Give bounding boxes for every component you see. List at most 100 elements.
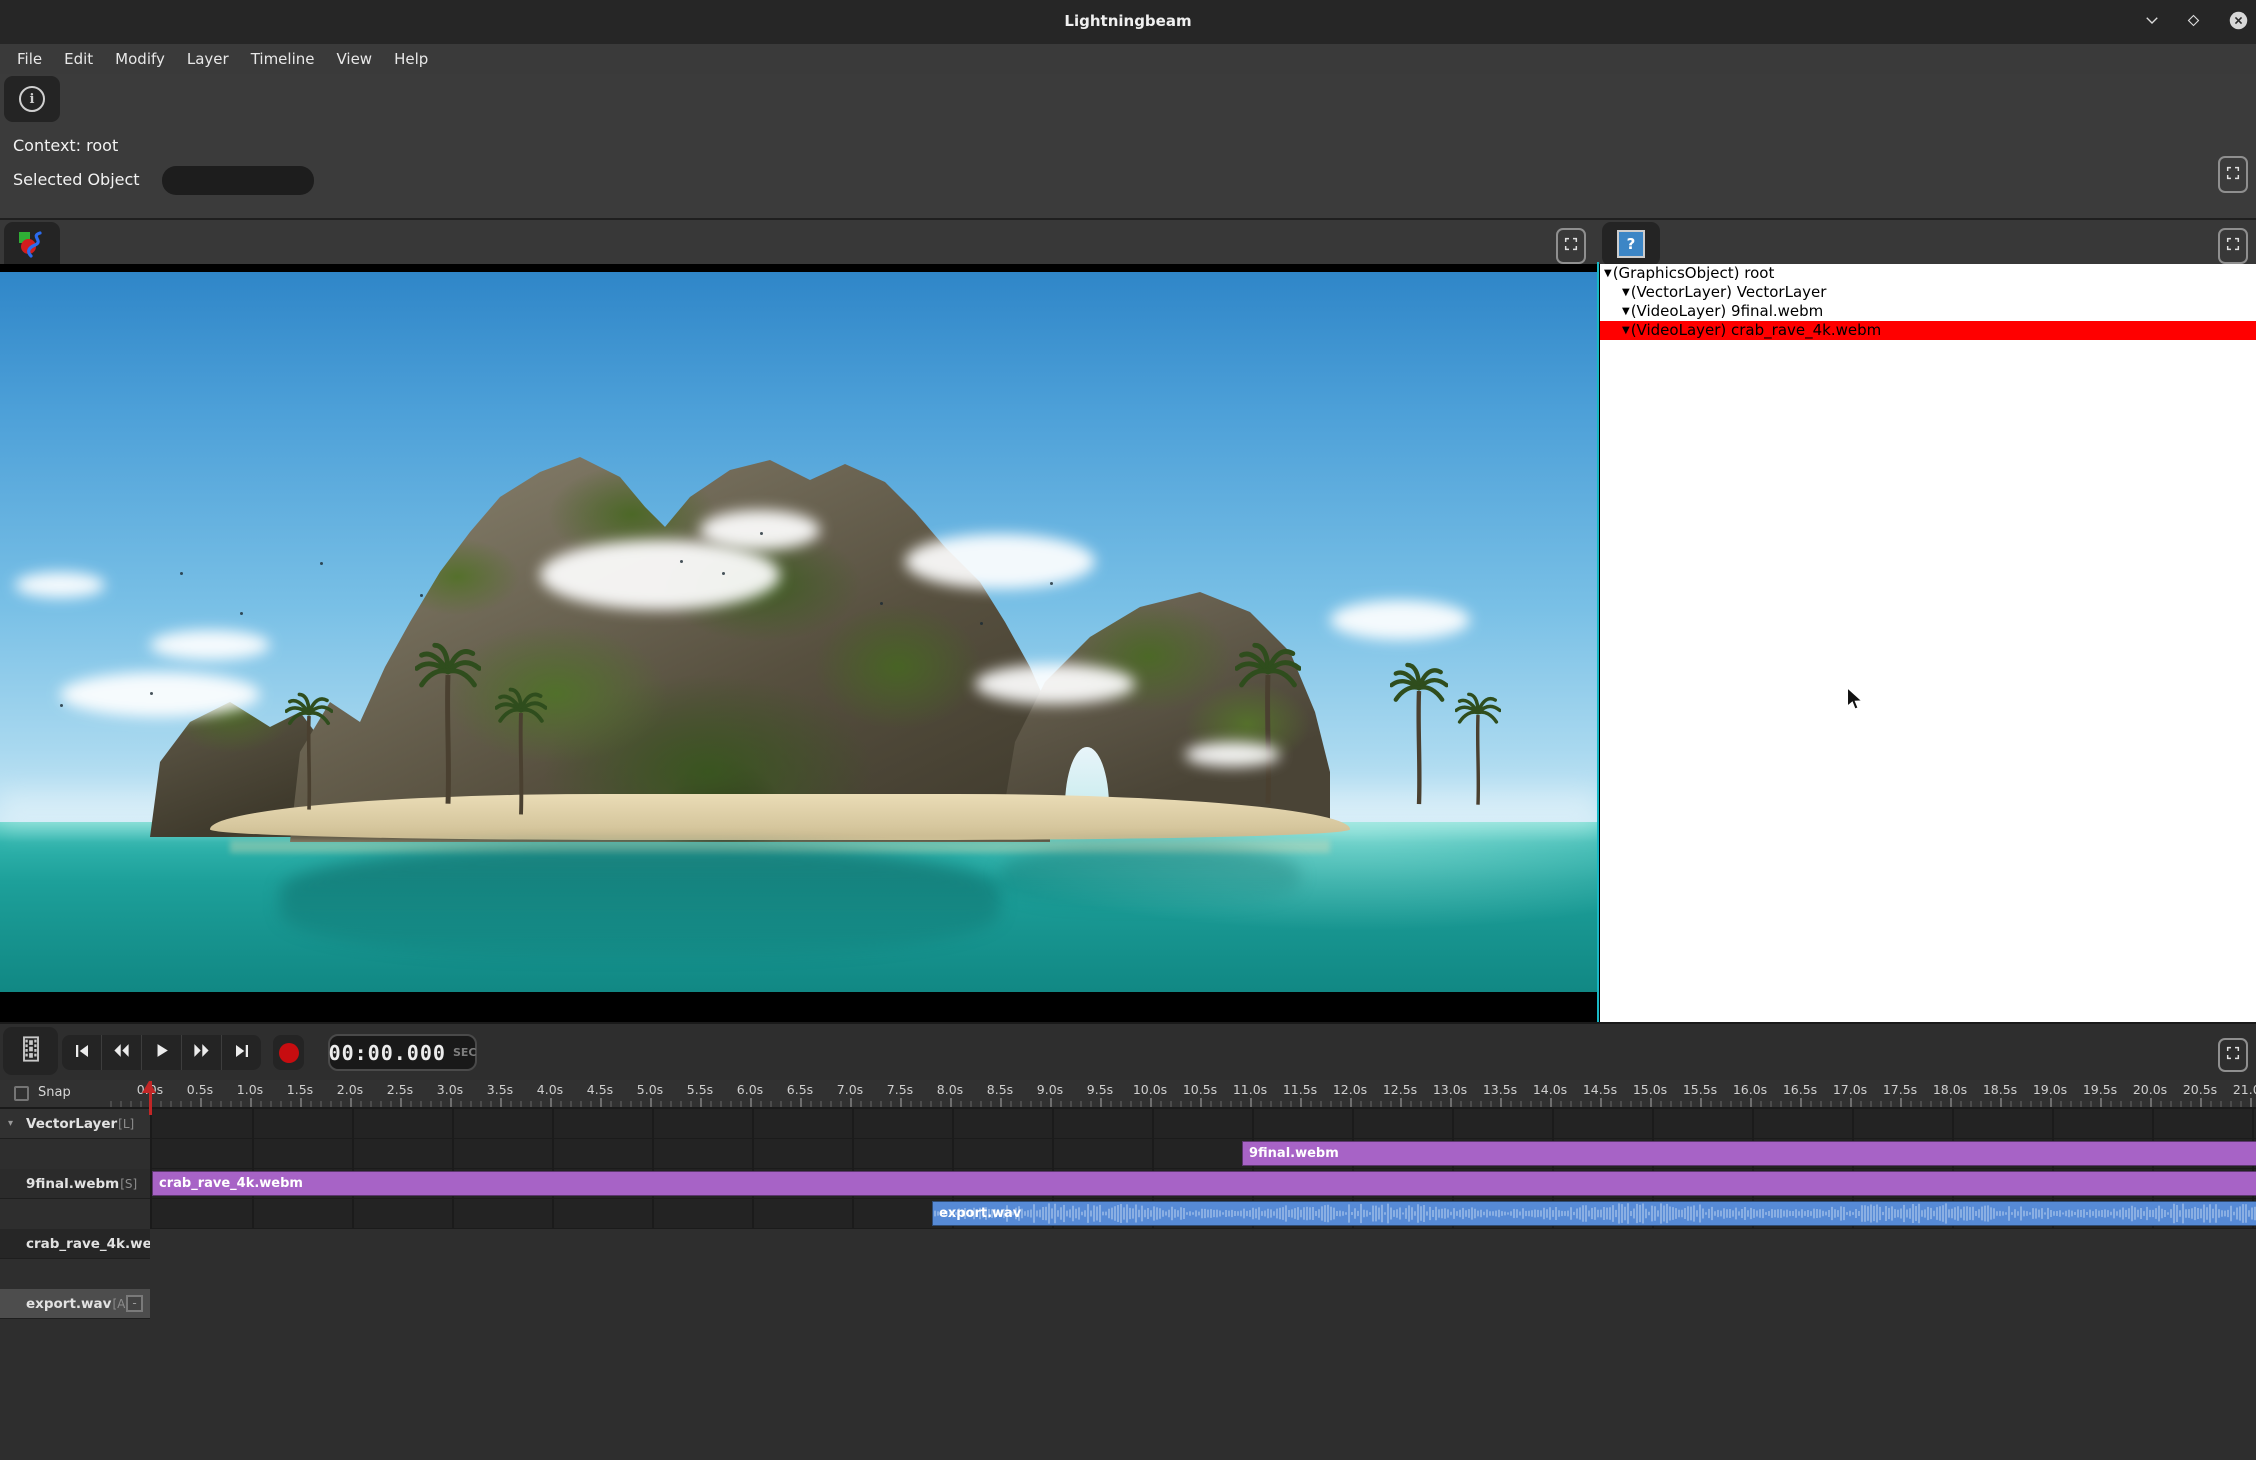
selected-object-input[interactable] [162, 166, 314, 195]
ruler-tick [1770, 1101, 1772, 1107]
track-label-9final.webm[interactable]: 9final.webm[S] [0, 1169, 150, 1199]
tree-item[interactable]: ▼(VectorLayer) VectorLayer [1600, 283, 2256, 302]
ruler-tick [410, 1101, 412, 1107]
bird [880, 602, 883, 605]
timeline-lane[interactable]: 9final.webm [152, 1139, 2256, 1169]
ruler-tick [830, 1101, 832, 1107]
ruler-label: 4.5s [587, 1082, 613, 1097]
inspector-expand-button[interactable] [2218, 156, 2248, 193]
menu-help[interactable]: Help [383, 44, 439, 74]
tree-item-label: (VideoLayer) crab_rave_4k.webm [1631, 321, 1882, 340]
ruler-label: 2.5s [387, 1082, 413, 1097]
expand-arrow-icon[interactable]: ▼ [1622, 302, 1630, 321]
ruler-tick [370, 1101, 372, 1107]
ruler-tick [1120, 1101, 1122, 1107]
object-tree-tab[interactable]: ? [1602, 222, 1660, 266]
palm-tree [1455, 692, 1501, 807]
tree-expand-button[interactable] [2218, 228, 2248, 264]
ruler-tick [1590, 1101, 1592, 1107]
ruler-tick [1780, 1101, 1782, 1107]
ruler-tick [1260, 1101, 1262, 1107]
ruler-tick [250, 1098, 252, 1107]
timeline-lane[interactable]: export.wav [152, 1199, 2256, 1229]
skip-start-button[interactable] [62, 1035, 102, 1070]
ruler-tick [850, 1098, 852, 1107]
menu-view[interactable]: View [325, 44, 383, 74]
menu-file[interactable]: File [6, 44, 53, 74]
ruler-tick [200, 1098, 202, 1107]
ruler-tick [1000, 1098, 1002, 1107]
ruler-label: 10.5s [1183, 1082, 1217, 1097]
film-strip-icon [17, 1035, 45, 1067]
timeline-expand-button[interactable] [2218, 1038, 2248, 1072]
track-label-VectorLayer[interactable]: ▾VectorLayer[L] [0, 1109, 150, 1139]
clip-label: 9final.webm [1249, 1146, 1339, 1161]
play-button[interactable] [142, 1035, 182, 1070]
ruler-tick [2010, 1101, 2012, 1107]
timeline-lane[interactable] [152, 1109, 2256, 1139]
record-button[interactable] [273, 1035, 304, 1070]
object-tree-panel: ? ▼(GraphicsObject) root▼(VectorLayer) V… [1600, 218, 2256, 1022]
ruler-label: 13.5s [1483, 1082, 1517, 1097]
menu-modify[interactable]: Modify [104, 44, 176, 74]
ruler-tick [210, 1101, 212, 1107]
ruler-tick [910, 1101, 912, 1107]
ruler-tick [680, 1101, 682, 1107]
timeline-lane[interactable]: crab_rave_4k.webm [152, 1169, 2256, 1199]
ruler-tick [1440, 1101, 1442, 1107]
ruler-tick [1690, 1101, 1692, 1107]
ruler-tick [420, 1101, 422, 1107]
ruler-tick [330, 1101, 332, 1107]
ruler-tick [300, 1098, 302, 1107]
time-display: 00:00.000 SEC [328, 1034, 477, 1071]
tree-item[interactable]: ▼(VideoLayer) 9final.webm [1600, 302, 2256, 321]
bird [980, 622, 983, 625]
timeline-ruler[interactable]: Snap 0.0s0.5s1.0s1.5s2.0s2.5s3.0s3.5s4.0… [0, 1080, 2256, 1109]
ruler-tick [320, 1101, 322, 1107]
collapse-arrow-icon[interactable]: ▾ [8, 1118, 13, 1129]
expand-arrow-icon[interactable]: ▼ [1604, 264, 1612, 283]
ruler-tick [730, 1101, 732, 1107]
ruler-tick [1330, 1101, 1332, 1107]
tree-item[interactable]: ▼(GraphicsObject) root [1600, 264, 2256, 283]
timeline-tab[interactable] [3, 1027, 58, 1075]
chevron-down-icon [2143, 11, 2161, 33]
rewind-button[interactable] [102, 1035, 142, 1070]
skip-end-button[interactable] [222, 1035, 261, 1070]
stage-canvas[interactable] [0, 264, 1600, 1024]
tree-item-label: (GraphicsObject) root [1613, 264, 1775, 283]
ruler-label: 13.0s [1433, 1082, 1467, 1097]
titlebar: Lightningbeam [0, 0, 2256, 44]
ruler-tick [1230, 1101, 1232, 1107]
ruler-tick [1730, 1101, 1732, 1107]
track-label-export.wav[interactable]: export.wav[A]- [0, 1289, 150, 1319]
expand-arrow-icon[interactable]: ▼ [1622, 321, 1630, 340]
track-area[interactable]: 9final.webm crab_rave_4k.webm export.wav [150, 1109, 2256, 1229]
menu-layer[interactable]: Layer [176, 44, 240, 74]
menu-edit[interactable]: Edit [53, 44, 104, 74]
inspector-tab[interactable]: i [4, 76, 60, 122]
track-mute-button[interactable]: - [126, 1295, 143, 1312]
clip-9final.webm[interactable]: 9final.webm [1242, 1141, 2256, 1166]
ruler-tick [1920, 1101, 1922, 1107]
stage-tab[interactable] [4, 222, 60, 266]
ruler-tick [1550, 1098, 1552, 1107]
ruler-label: 1.0s [237, 1082, 263, 1097]
clip-crab_rave_4k.webm[interactable]: crab_rave_4k.webm [152, 1171, 2256, 1196]
minimize-button[interactable] [2139, 9, 2165, 35]
expand-arrow-icon[interactable]: ▼ [1622, 283, 1630, 302]
clip-export.wav[interactable]: export.wav [932, 1201, 2256, 1226]
tree-item[interactable]: ▼(VideoLayer) crab_rave_4k.webm [1600, 321, 2256, 340]
track-label-crab_rave_4k.webm[interactable]: crab_rave_4k.webm[S] [0, 1229, 150, 1259]
stage-expand-button[interactable] [1556, 228, 1586, 264]
fast-forward-button[interactable] [182, 1035, 222, 1070]
track-name: VectorLayer [26, 1116, 117, 1132]
ruler-label: 0.5s [187, 1082, 213, 1097]
ruler-label: 9.5s [1087, 1082, 1113, 1097]
snap-checkbox[interactable] [14, 1086, 29, 1101]
close-button[interactable] [2225, 9, 2251, 35]
maximize-button[interactable] [2180, 9, 2206, 35]
playhead-handle[interactable] [142, 1081, 156, 1093]
menu-timeline[interactable]: Timeline [240, 44, 326, 74]
cloud [700, 510, 820, 550]
